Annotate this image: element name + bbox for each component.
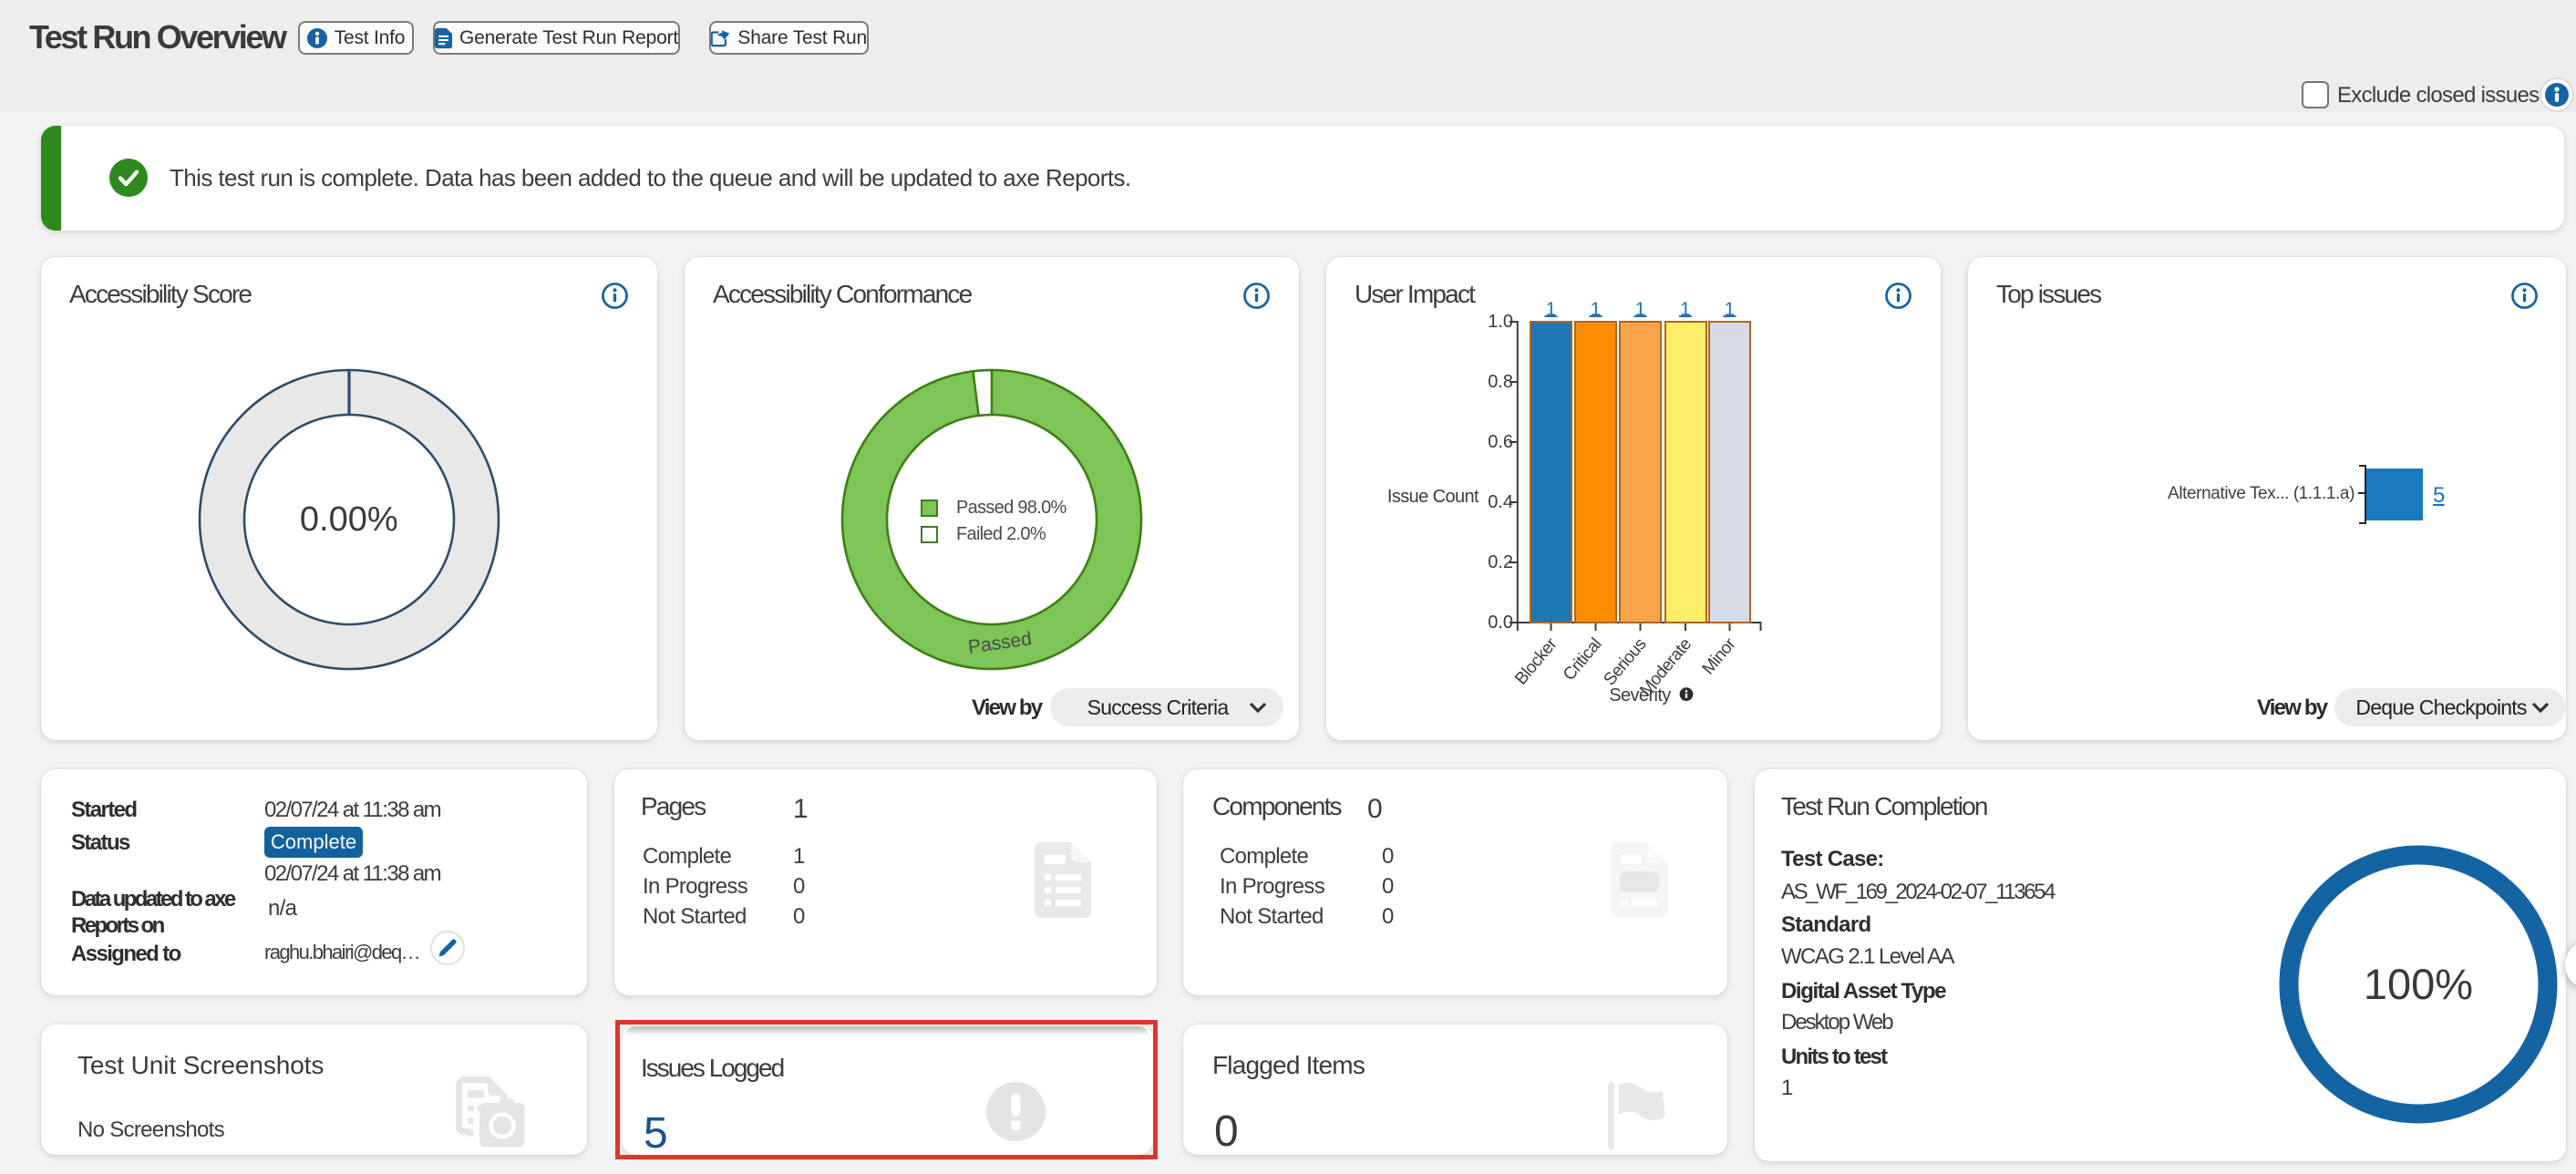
svg-text:0.4: 0.4 [1488,492,1513,512]
svg-text:0.8: 0.8 [1488,372,1513,392]
svg-text:0.6: 0.6 [1488,432,1513,452]
svg-text:Blocker: Blocker [1511,634,1561,689]
svg-text:Minor: Minor [1699,634,1741,679]
svg-text:0.2: 0.2 [1488,552,1513,572]
svg-text:Severity: Severity [1609,685,1671,705]
svg-text:Critical: Critical [1560,635,1605,685]
svg-text:1.0: 1.0 [1488,312,1513,332]
svg-text:Issue Count: Issue Count [1387,487,1479,507]
svg-text:0.0: 0.0 [1488,613,1513,633]
